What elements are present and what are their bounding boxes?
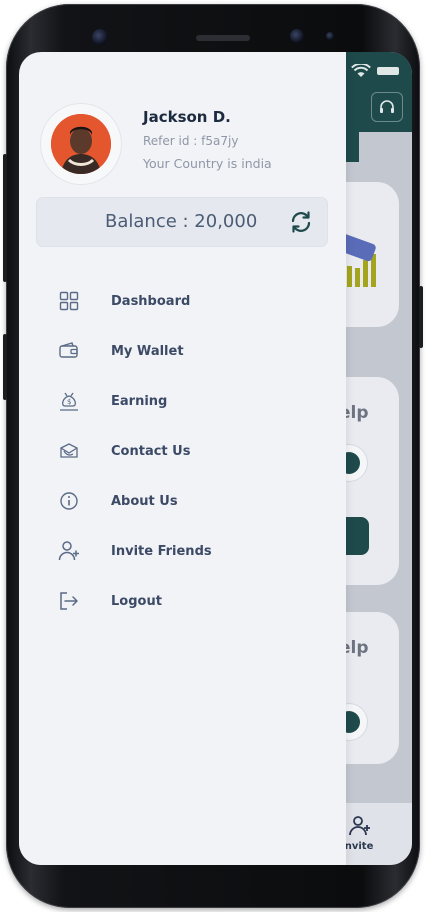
profile-avatar-ring[interactable] — [41, 104, 121, 184]
side-button-right — [419, 286, 423, 348]
balance-box: Balance : 20,000 — [37, 198, 327, 246]
avatar-portrait — [51, 114, 111, 174]
balance-text: Balance : 20,000 — [105, 211, 258, 232]
navigation-drawer: Jackson D. Refer id : f5a7jy Your Countr… — [19, 52, 346, 865]
menu-item-earning[interactable]: $ Earning — [57, 386, 307, 416]
side-button-left-top — [3, 154, 7, 282]
avatar — [51, 114, 111, 174]
battery-icon — [377, 67, 399, 75]
invite-user-icon — [349, 816, 370, 836]
sensor-dot — [326, 32, 334, 40]
menu-label-contact-us: Contact Us — [111, 443, 191, 459]
money-hand-icon: $ — [57, 389, 81, 413]
logout-icon — [57, 589, 81, 613]
menu-item-logout[interactable]: Logout — [57, 586, 307, 616]
contact-envelope-icon — [57, 439, 81, 463]
country-text: Your Country is india — [143, 156, 272, 171]
phone-screen: elp elp Invite Jackson D. Refer id: f5a… — [19, 52, 412, 865]
menu-label-logout: Logout — [111, 593, 162, 609]
menu-label-about-us: About Us — [111, 493, 178, 509]
profile-name: Jackson D. — [143, 108, 231, 126]
side-button-left-bottom — [3, 334, 7, 400]
front-camera-left — [92, 29, 108, 45]
menu-item-invite-friends[interactable]: Invite Friends — [57, 536, 307, 566]
support-headset-button[interactable] — [371, 92, 403, 122]
menu-label-invite-friends: Invite Friends — [111, 543, 212, 559]
headset-icon — [380, 100, 394, 113]
menu-item-my-wallet[interactable]: My Wallet — [57, 336, 307, 366]
svg-text:$: $ — [67, 398, 71, 406]
menu-item-contact-us[interactable]: Contact Us — [57, 436, 307, 466]
refer-id: Refer id : f5a7jy — [143, 134, 239, 148]
refresh-icon — [291, 211, 311, 233]
menu-item-dashboard[interactable]: Dashboard — [57, 286, 307, 316]
wifi-icon — [351, 64, 371, 77]
menu-label-earning: Earning — [111, 393, 168, 409]
wallet-icon — [57, 339, 81, 363]
dashboard-icon — [57, 289, 81, 313]
earpiece-speaker — [196, 35, 250, 41]
menu-label-dashboard: Dashboard — [111, 293, 191, 309]
info-icon — [57, 489, 81, 513]
menu-label-my-wallet: My Wallet — [111, 343, 184, 359]
front-camera-right — [290, 29, 304, 43]
menu-item-about-us[interactable]: About Us — [57, 486, 307, 516]
refresh-balance-button[interactable] — [289, 210, 313, 238]
add-user-icon — [57, 539, 81, 563]
bottom-nav-invite[interactable]: Invite — [341, 813, 391, 859]
